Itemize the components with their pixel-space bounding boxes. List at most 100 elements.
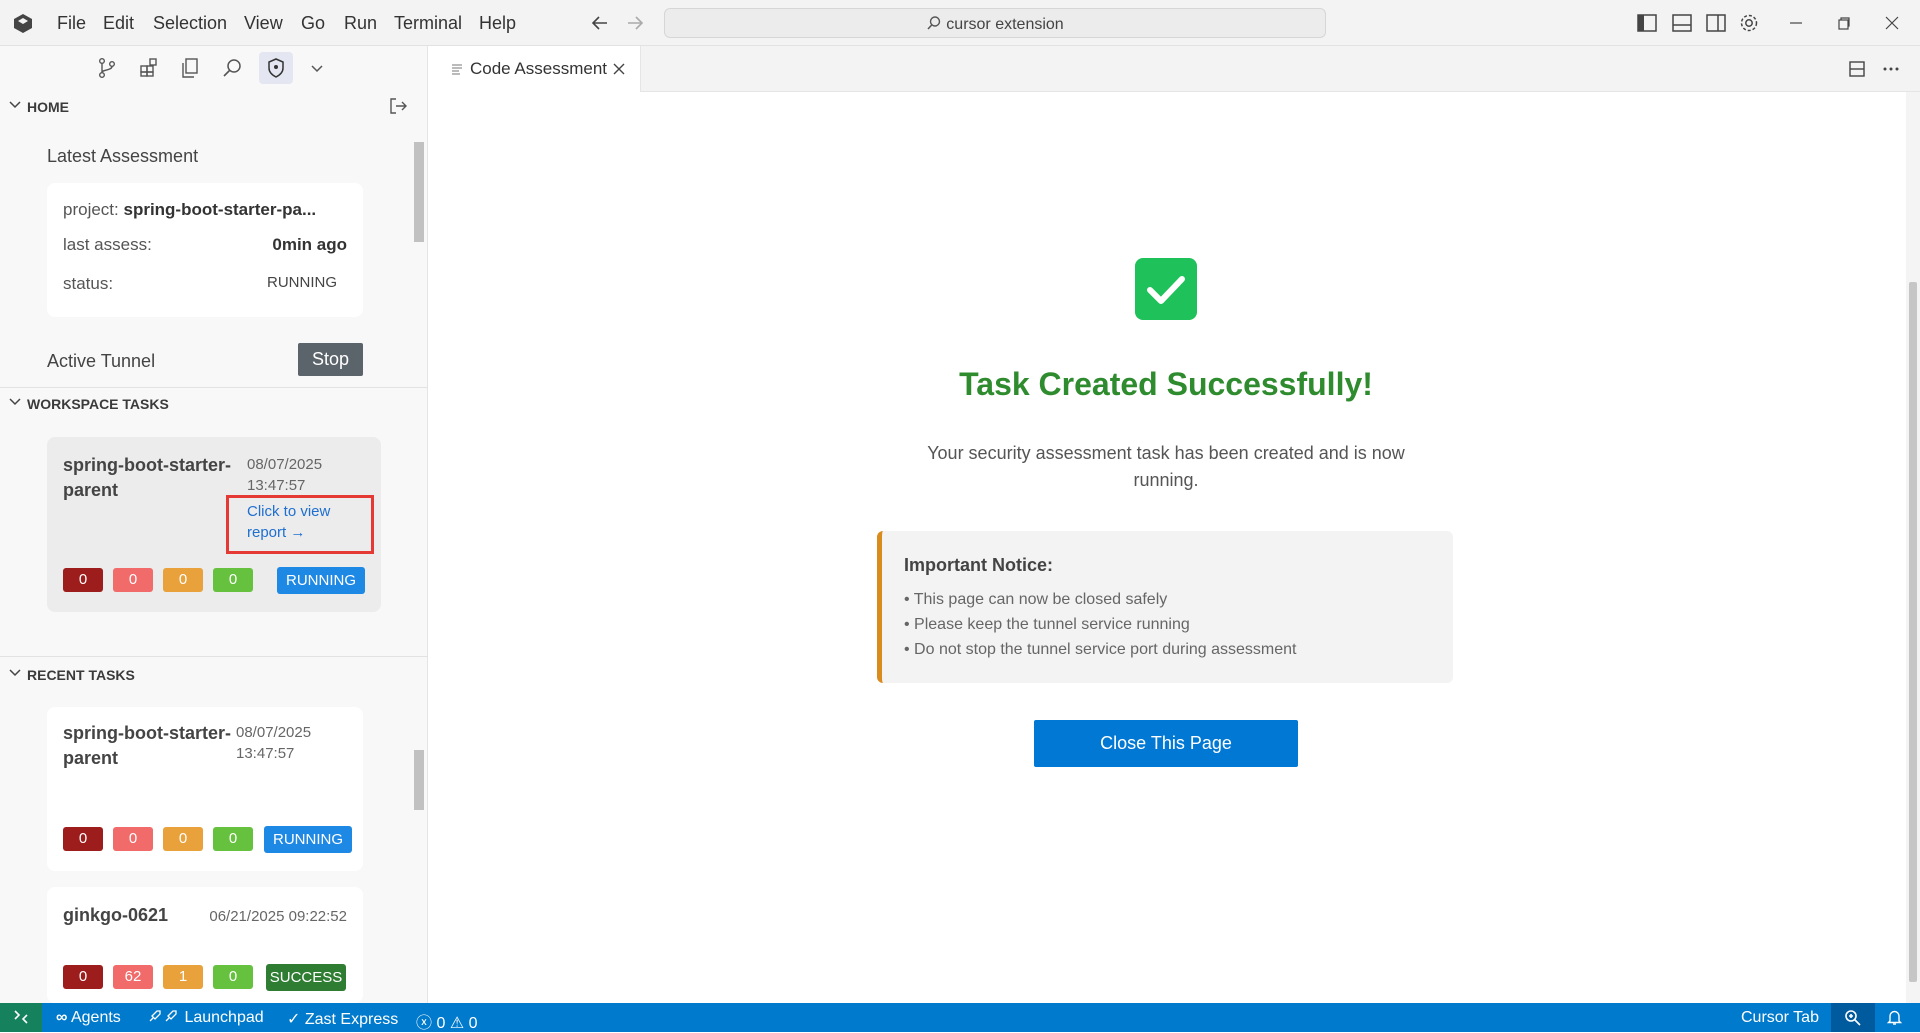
command-center-label: cursor extension <box>665 15 1325 34</box>
task-name: spring-boot-starter-parent <box>63 723 231 768</box>
notice-item: • This page can now be closed safely <box>904 591 1168 608</box>
task-name: ginkgo-0621 <box>63 905 169 925</box>
high-count-badge: 0 <box>113 827 153 851</box>
launchpad-item[interactable]: Launchpad <box>148 1009 264 1027</box>
success-status-badge: SUCCESS <box>266 964 346 991</box>
toggle-panel-icon[interactable] <box>1670 11 1694 35</box>
recent-scrollbar[interactable] <box>412 686 426 1002</box>
warning-icon: ⚠ <box>449 1015 465 1032</box>
menu-selection[interactable]: Selection <box>153 13 227 34</box>
running-status-badge: RUNNING <box>264 826 352 853</box>
chevron-down-icon[interactable] <box>308 59 326 77</box>
menu-file[interactable]: File <box>57 13 86 34</box>
home-scrollbar[interactable] <box>412 124 426 429</box>
last-assess-value: 0min ago <box>272 235 347 254</box>
minimize-icon[interactable] <box>1784 11 1808 35</box>
latest-assessment-card: project: spring-boot-starter-pa... last … <box>47 183 363 317</box>
low-count-badge: 0 <box>213 965 253 989</box>
split-editor-icon[interactable] <box>1847 59 1867 79</box>
app-logo-icon <box>14 14 32 33</box>
problems-item[interactable]: ⓧ 0 ⚠ 0 <box>416 1009 478 1033</box>
home-scrollbar-thumb[interactable] <box>414 142 424 242</box>
more-actions-icon[interactable] <box>1881 59 1901 79</box>
tab-label: Code Assessment <box>470 59 608 78</box>
latest-assessment-title: Latest Assessment <box>47 146 199 166</box>
recent-task-card[interactable]: ginkgo-0621 06/21/2025 09:22:52 0 62 1 0… <box>47 887 363 1003</box>
task-time: 13:47:57 <box>247 477 306 494</box>
settings-gear-icon[interactable] <box>1737 11 1761 35</box>
task-time: 13:47:57 <box>236 745 295 762</box>
title-bar: File Edit Selection View Go Run Terminal… <box>0 0 1920 46</box>
success-message-line1: Your security assessment task has been c… <box>927 443 1405 463</box>
sidebar: HOME Latest Assessment project: spring-b… <box>0 46 428 1003</box>
zoom-icon <box>1845 1010 1861 1026</box>
recent-task-card[interactable]: spring-boot-starter-parent 08/07/2025 13… <box>47 707 363 871</box>
chevron-down-icon <box>9 669 21 677</box>
running-status-badge: RUNNING <box>277 567 365 594</box>
close-window-icon[interactable] <box>1880 11 1904 35</box>
editor-scrollbar[interactable] <box>1906 92 1920 1003</box>
cursor-tab-item[interactable]: Cursor Tab <box>1741 1009 1819 1027</box>
menu-help[interactable]: Help <box>479 13 516 34</box>
workspace-task-card[interactable]: spring-boot-starter-parent 08/07/2025 13… <box>47 437 381 612</box>
menu-terminal[interactable]: Terminal <box>394 13 462 34</box>
zast-express-item[interactable]: ✓ Zast Express <box>287 1009 398 1029</box>
notice-title: Important Notice: <box>904 555 1054 575</box>
restore-icon[interactable] <box>1832 11 1856 35</box>
extensions-icon[interactable] <box>138 57 160 79</box>
notifications-bell-icon[interactable] <box>1886 1009 1903 1026</box>
infinity-icon: ∞ <box>56 1009 68 1026</box>
notice-item: • Do not stop the tunnel service port du… <box>904 641 1297 658</box>
status-bar: ∞ Agents Launchpad ✓ Zast Express ⓧ 0 ⚠ … <box>0 1003 1920 1032</box>
menu-go[interactable]: Go <box>301 13 325 34</box>
menu-run[interactable]: Run <box>344 13 377 34</box>
tab-code-assessment[interactable]: Code Assessment <box>429 46 641 92</box>
task-date: 08/07/2025 <box>247 456 323 473</box>
security-shield-tab[interactable] <box>259 52 293 84</box>
remote-indicator[interactable] <box>0 1003 42 1032</box>
logout-icon[interactable] <box>388 96 408 116</box>
agents-label: Agents <box>70 1009 121 1026</box>
success-message-line2: running. <box>1133 470 1199 490</box>
task-date: 08/07/2025 <box>236 724 312 741</box>
zoom-item[interactable] <box>1831 1003 1875 1032</box>
home-header-label: HOME <box>27 99 69 115</box>
search-icon[interactable] <box>222 57 244 79</box>
menu-edit[interactable]: Edit <box>103 13 134 34</box>
workspace-tasks-header[interactable]: WORKSPACE TASKS <box>0 392 428 416</box>
view-report-link[interactable]: Click to view report → <box>247 501 347 543</box>
recent-tasks-label: RECENT TASKS <box>27 667 135 683</box>
recent-tasks-header[interactable]: RECENT TASKS <box>0 663 428 687</box>
launchpad-label: Launchpad <box>184 1009 264 1026</box>
close-page-button[interactable]: Close This Page <box>1034 720 1298 767</box>
success-title: Task Created Successfully! <box>959 366 1373 402</box>
agents-item[interactable]: ∞ Agents <box>56 1009 121 1027</box>
status-value: RUNNING <box>267 274 337 291</box>
stop-tunnel-button[interactable]: Stop <box>298 343 363 376</box>
success-check-icon <box>1135 258 1197 320</box>
status-label: status: <box>63 274 114 293</box>
checkmark-icon <box>1147 276 1185 304</box>
forward-arrow-icon[interactable] <box>625 13 645 33</box>
toggle-primary-sidebar-icon[interactable] <box>1635 11 1659 35</box>
editor-scrollbar-thumb[interactable] <box>1909 282 1917 982</box>
zast-label: Zast Express <box>304 1011 399 1028</box>
explorer-files-icon[interactable] <box>179 57 201 79</box>
project-row: project: spring-boot-starter-pa... <box>63 200 316 220</box>
section-divider <box>0 387 428 388</box>
source-control-icon[interactable] <box>96 57 118 79</box>
remote-icon <box>14 1010 28 1024</box>
recent-scrollbar-thumb[interactable] <box>414 750 424 810</box>
close-tab-icon[interactable] <box>612 62 626 76</box>
high-count-badge: 0 <box>113 568 153 592</box>
toggle-secondary-sidebar-icon[interactable] <box>1704 11 1728 35</box>
menu-view[interactable]: View <box>244 13 283 34</box>
back-arrow-icon[interactable] <box>590 13 610 33</box>
home-section-header[interactable]: HOME <box>0 95 428 119</box>
high-count-badge: 62 <box>113 965 153 989</box>
critical-count-badge: 0 <box>63 965 103 989</box>
command-center[interactable]: cursor extension <box>664 8 1326 38</box>
check-icon: ✓ <box>287 1011 301 1028</box>
file-lines-icon <box>452 64 462 75</box>
critical-count-badge: 0 <box>63 568 103 592</box>
